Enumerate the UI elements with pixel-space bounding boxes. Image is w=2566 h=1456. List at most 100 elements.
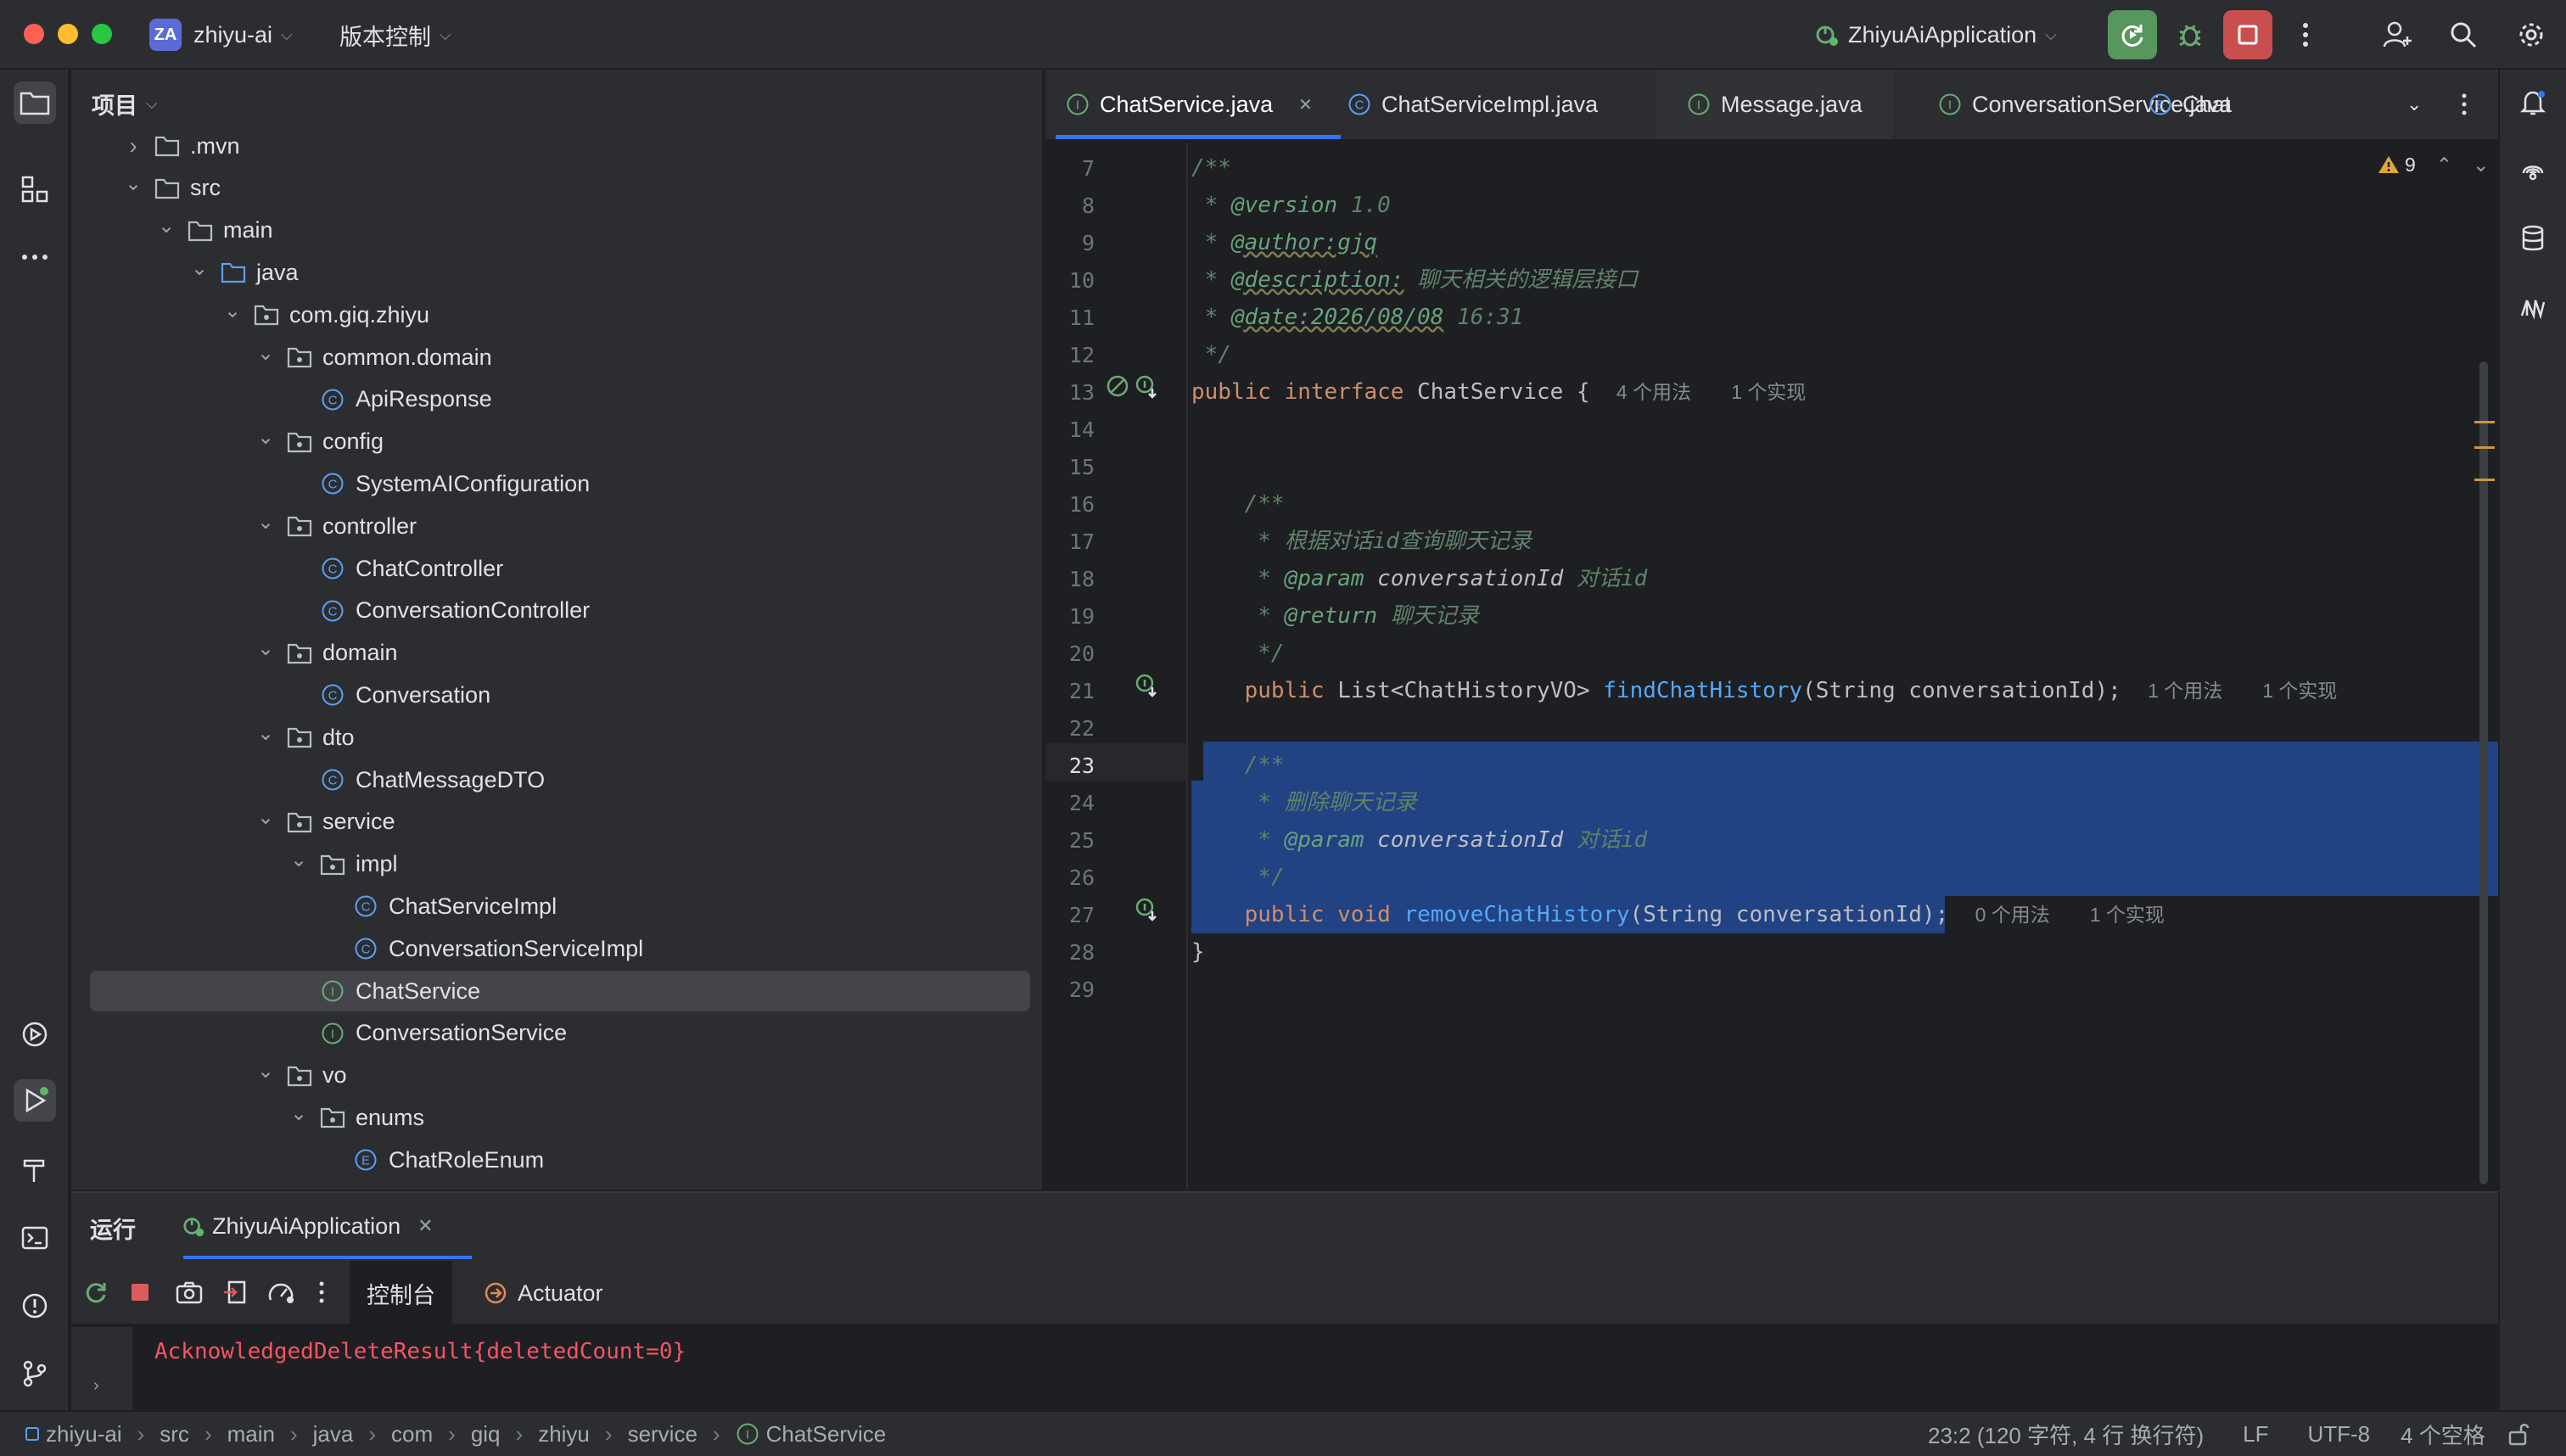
tree-item[interactable]: ⌄ service: [256, 802, 395, 843]
chevron-down-icon[interactable]: ⌄: [157, 215, 176, 238]
caret-position[interactable]: 23:2 (120 字符, 4 行 换行符): [1928, 1419, 2204, 1450]
tree-item-chatservice[interactable]: I ChatService: [289, 971, 480, 1011]
chevron-down-icon[interactable]: ⌄: [223, 300, 242, 322]
screenshot-button[interactable]: [171, 1274, 207, 1310]
editor-scrollbar[interactable]: [2479, 361, 2488, 1184]
chevron-down-icon[interactable]: ⌄: [256, 342, 275, 365]
close-window-button[interactable]: [24, 24, 44, 44]
breadcrumb-item[interactable]: zhiyu-ai: [46, 1421, 122, 1448]
chevron-down-icon[interactable]: ⌄: [256, 511, 275, 534]
more-tools-button[interactable]: [14, 236, 56, 278]
tree-item[interactable]: C ChatServiceImpl: [322, 886, 557, 927]
editor-tab[interactable]: C ChatServiceImpl.java: [1347, 70, 1598, 139]
file-encoding[interactable]: UTF-8: [2307, 1421, 2370, 1448]
stop-button[interactable]: [122, 1274, 158, 1310]
tree-item[interactable]: E ChatRoleEnum: [322, 1140, 544, 1180]
breadcrumb-item[interactable]: main: [227, 1421, 275, 1448]
no-edit-icon[interactable]: [1105, 373, 1130, 399]
notifications-button[interactable]: [2512, 81, 2554, 124]
chevron-down-icon[interactable]: ⌄: [289, 1102, 308, 1125]
implemented-icon[interactable]: [1134, 896, 1159, 921]
implemented-icon[interactable]: [1134, 373, 1159, 399]
rerun-button[interactable]: [2108, 10, 2157, 59]
problems-tool-button[interactable]: [14, 1285, 56, 1327]
tree-item[interactable]: › .mvn: [124, 126, 239, 166]
run-config-selector[interactable]: ZhiyuAiApplication ⌵: [1814, 19, 2057, 51]
editor-tab[interactable]: I Message.java: [1656, 70, 1893, 139]
line-separator[interactable]: LF: [2243, 1421, 2268, 1448]
stop-button[interactable]: [2223, 10, 2272, 59]
settings-button[interactable]: [2507, 10, 2556, 59]
chevron-down-icon[interactable]: ⌄: [289, 848, 308, 871]
breadcrumb-item[interactable]: ChatService: [766, 1421, 887, 1448]
tree-item[interactable]: ⌄ main: [157, 210, 273, 251]
minimize-window-button[interactable]: [58, 24, 78, 44]
tree-item[interactable]: C ChatController: [289, 548, 503, 589]
exit-button[interactable]: [217, 1274, 253, 1310]
build-tool-button[interactable]: [14, 1149, 56, 1191]
profiler-button[interactable]: [263, 1274, 299, 1310]
tab-more-icon[interactable]: [2461, 70, 2468, 139]
close-tab-icon[interactable]: ✕: [1298, 94, 1313, 115]
previous-highlight-icon[interactable]: ⌃: [2436, 154, 2452, 176]
chevron-down-icon[interactable]: ⌄: [124, 172, 143, 195]
unlock-icon[interactable]: [2507, 1422, 2530, 1446]
services-tool-button[interactable]: [14, 1013, 56, 1056]
chevron-down-icon[interactable]: ⌄: [256, 426, 275, 449]
warning-stripe-mark[interactable]: [2474, 421, 2495, 423]
tree-item[interactable]: ⌄ config: [256, 422, 384, 462]
ai-assistant-button[interactable]: [2512, 149, 2554, 192]
tree-item[interactable]: CChatHistoryVO: [289, 1182, 508, 1190]
breadcrumb-item[interactable]: src: [160, 1421, 189, 1448]
tree-item[interactable]: C ConversationController: [289, 591, 590, 631]
tree-item[interactable]: C Conversation: [289, 675, 490, 715]
tree-item[interactable]: C SystemAIConfiguration: [289, 463, 590, 504]
search-everywhere-button[interactable]: [2439, 10, 2488, 59]
code-editor[interactable]: 7 8 9 10 11 12 13 14 15 16 17 18 19 20 21 22 23 24 25 26 27 2…: [1045, 143, 2498, 1190]
tab-console[interactable]: 控制台: [350, 1261, 452, 1325]
chevron-down-icon[interactable]: ⌄: [256, 1060, 275, 1083]
tree-item[interactable]: ⌄ impl: [289, 844, 398, 885]
breadcrumb-item[interactable]: zhiyu: [538, 1421, 590, 1448]
tree-item[interactable]: ⌄ domain: [256, 633, 398, 674]
editor-tab[interactable]: E Chat: [2149, 70, 2230, 139]
tab-actuator[interactable]: Actuator: [475, 1261, 612, 1325]
terminal-tool-button[interactable]: [14, 1217, 56, 1259]
vcs-menu[interactable]: 版本控制 ⌵: [339, 19, 451, 51]
project-panel-header[interactable]: 项目 ⌵: [92, 87, 158, 120]
editor-tab[interactable]: I ChatService.java ✕: [1056, 70, 1341, 139]
run-tool-button[interactable]: [14, 1079, 56, 1122]
rerun-button[interactable]: [78, 1274, 114, 1310]
chevron-down-icon[interactable]: ⌄: [256, 722, 275, 745]
tree-item[interactable]: C ConversationServiceImpl: [322, 928, 643, 969]
next-highlight-icon[interactable]: ⌄: [2473, 154, 2489, 176]
close-tab-icon[interactable]: ✕: [417, 1215, 433, 1237]
chevron-down-icon[interactable]: ⌄: [190, 257, 209, 280]
add-user-button[interactable]: [2373, 10, 2422, 59]
chevron-down-icon[interactable]: ⌄: [256, 806, 275, 829]
tree-item[interactable]: ⌄ dto: [256, 717, 355, 758]
structure-tool-button[interactable]: [14, 168, 56, 210]
tree-item[interactable]: ⌄ common.domain: [256, 337, 492, 378]
tab-list-chevron-icon[interactable]: ⌄: [2406, 70, 2422, 139]
breadcrumb-item[interactable]: service: [628, 1421, 698, 1448]
tree-item[interactable]: ⌄ com.giq.zhiyu: [223, 294, 429, 335]
tree-item[interactable]: ⌄ java: [190, 252, 299, 293]
indent-setting[interactable]: 4 个空格: [2401, 1419, 2485, 1450]
maven-tool-button[interactable]: [2512, 285, 2554, 328]
run-config-tab[interactable]: ZhiyuAiApplication ✕: [182, 1208, 434, 1244]
tree-item[interactable]: C ApiResponse: [289, 379, 492, 420]
database-tool-button[interactable]: [2512, 217, 2554, 260]
tree-item[interactable]: ⌄ enums: [289, 1097, 424, 1138]
more-actions-button[interactable]: [309, 1274, 334, 1310]
project-selector[interactable]: zhiyu-ai ⌵: [193, 19, 293, 51]
project-tool-button[interactable]: [14, 81, 56, 124]
tree-item[interactable]: ⌄ src: [124, 168, 221, 209]
inspection-widget[interactable]: 9 ⌃ ⌄: [2378, 149, 2489, 180]
tree-item[interactable]: ⌄ vo: [256, 1056, 347, 1096]
breadcrumb-item[interactable]: com: [391, 1421, 433, 1448]
warning-stripe-mark[interactable]: [2474, 479, 2495, 481]
debug-button[interactable]: [2165, 10, 2215, 59]
tree-item[interactable]: I ConversationService: [289, 1013, 567, 1054]
tree-item[interactable]: C ChatMessageDTO: [289, 759, 545, 800]
